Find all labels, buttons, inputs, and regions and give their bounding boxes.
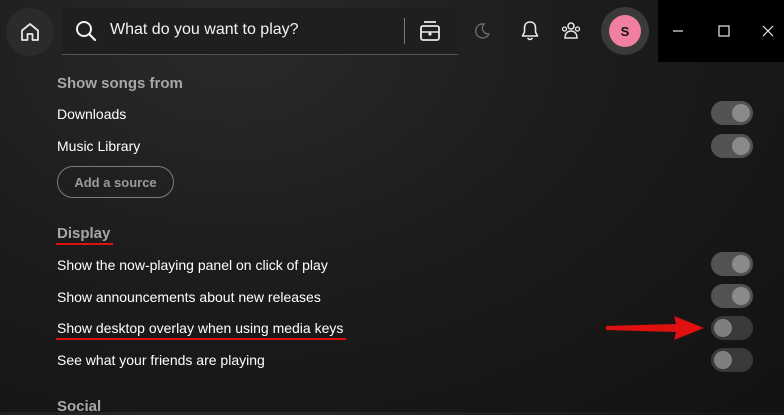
avatar: S: [609, 15, 641, 47]
setting-label-desktop-overlay: Show desktop overlay when using media ke…: [57, 320, 344, 336]
close-icon[interactable]: [759, 22, 777, 40]
profile-button[interactable]: S: [601, 7, 649, 55]
arrow-annotation: [606, 316, 704, 340]
setting-label-downloads: Downloads: [57, 106, 127, 122]
toggle-knob: [732, 104, 750, 122]
toggle-knob: [714, 351, 732, 369]
add-source-button[interactable]: Add a source: [57, 166, 174, 198]
annotation-underline-display: [56, 243, 113, 245]
toggle-knob: [732, 255, 750, 273]
toggle-knob: [732, 287, 750, 305]
section-title-show-songs-from: Show songs from: [57, 75, 183, 92]
bell-icon[interactable]: [520, 20, 540, 42]
browse-icon[interactable]: [418, 18, 442, 44]
top-bar: What do you want to play? S: [0, 0, 784, 64]
friends-icon[interactable]: [560, 20, 582, 42]
section-title-social: Social: [57, 398, 102, 415]
search-bar[interactable]: What do you want to play?: [62, 8, 458, 55]
toggle-music-library[interactable]: [711, 134, 753, 158]
toggle-now-playing-panel[interactable]: [711, 252, 753, 276]
window-controls: [658, 0, 784, 62]
moon-icon[interactable]: [473, 22, 491, 40]
toggle-friends-playing[interactable]: [711, 348, 753, 372]
home-icon: [21, 23, 39, 41]
annotation-underline-desktop-overlay: [56, 338, 346, 340]
toggle-downloads[interactable]: [711, 101, 753, 125]
maximize-icon[interactable]: [715, 22, 733, 40]
setting-label-music-library: Music Library: [57, 138, 141, 154]
section-title-display: Display: [57, 225, 111, 242]
search-divider: [404, 18, 405, 44]
toggle-knob: [732, 137, 750, 155]
home-button[interactable]: [6, 8, 54, 56]
minimize-icon[interactable]: [669, 22, 687, 40]
setting-label-friends-playing: See what your friends are playing: [57, 352, 265, 368]
search-icon: [76, 21, 97, 42]
toggle-desktop-overlay[interactable]: [711, 316, 753, 340]
setting-label-announcements: Show announcements about new releases: [57, 289, 321, 305]
setting-label-now-playing-panel: Show the now-playing panel on click of p…: [57, 257, 328, 273]
toggle-knob: [714, 319, 732, 337]
search-input[interactable]: What do you want to play?: [110, 21, 299, 39]
toggle-announcements[interactable]: [711, 284, 753, 308]
